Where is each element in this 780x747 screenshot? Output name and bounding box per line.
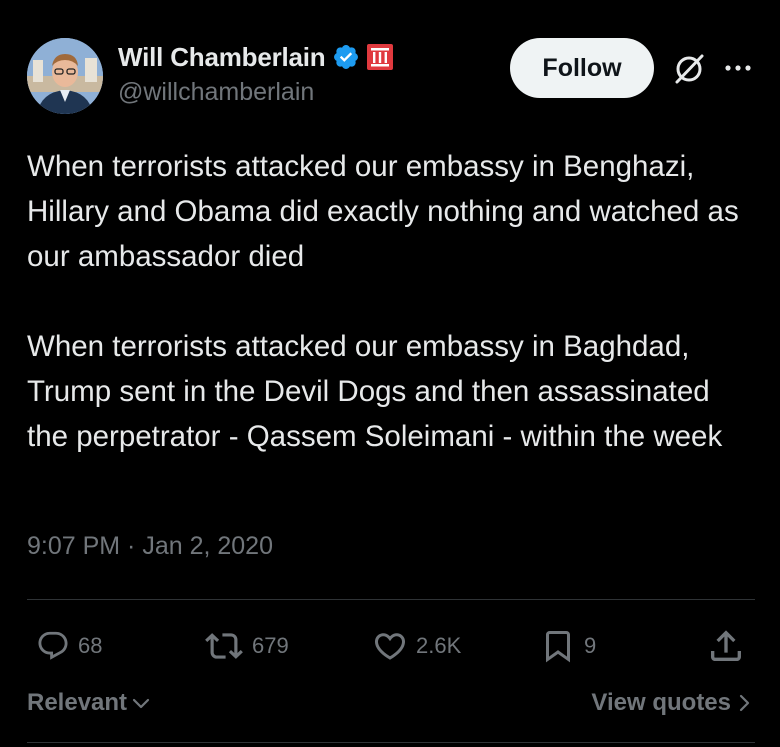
bookmark-count: 9	[584, 633, 597, 658]
verified-badge-icon[interactable]	[332, 43, 360, 71]
repost-button[interactable]: 679	[204, 626, 289, 666]
reply-button[interactable]: 68	[36, 626, 102, 666]
share-button[interactable]	[706, 626, 746, 666]
tweet-text: When terrorists attacked our embassy in …	[27, 144, 757, 459]
author-display-name[interactable]: Will Chamberlain	[118, 42, 326, 73]
columns-badge-icon[interactable]	[366, 43, 394, 71]
view-quotes-link[interactable]: View quotes	[591, 689, 751, 717]
bookmark-icon	[546, 631, 570, 663]
author-handle[interactable]: @willchamberlain	[118, 78, 314, 107]
share-icon	[711, 630, 741, 661]
repost-count: 679	[252, 633, 289, 658]
bookmark-button[interactable]: 9	[540, 626, 596, 666]
sort-label: Relevant	[27, 689, 128, 716]
repost-icon	[205, 633, 243, 659]
chevron-down-icon	[132, 698, 150, 709]
like-button[interactable]: 2.6K	[372, 626, 461, 666]
chevron-right-icon	[739, 694, 750, 712]
divider	[27, 599, 755, 600]
heart-icon	[374, 633, 406, 660]
reply-icon	[38, 631, 68, 660]
tweet-paragraph: When terrorists attacked our embassy in …	[27, 330, 723, 453]
tweet-timestamp[interactable]: 9:07 PM · Jan 2, 2020	[27, 532, 273, 561]
tweet-paragraph: When terrorists attacked our embassy in …	[27, 150, 739, 273]
view-quotes-label: View quotes	[591, 689, 731, 716]
sort-replies-dropdown[interactable]: Relevant	[27, 689, 151, 717]
avatar[interactable]	[27, 38, 103, 114]
profile-photo	[27, 38, 103, 114]
more-options-icon[interactable]	[722, 55, 754, 81]
follow-button[interactable]: Follow	[510, 38, 654, 98]
author-name-row[interactable]: Will Chamberlain	[118, 41, 394, 73]
divider	[27, 742, 755, 743]
like-count: 2.6K	[416, 633, 462, 658]
reply-count: 68	[78, 633, 103, 658]
grok-icon[interactable]	[672, 52, 706, 86]
